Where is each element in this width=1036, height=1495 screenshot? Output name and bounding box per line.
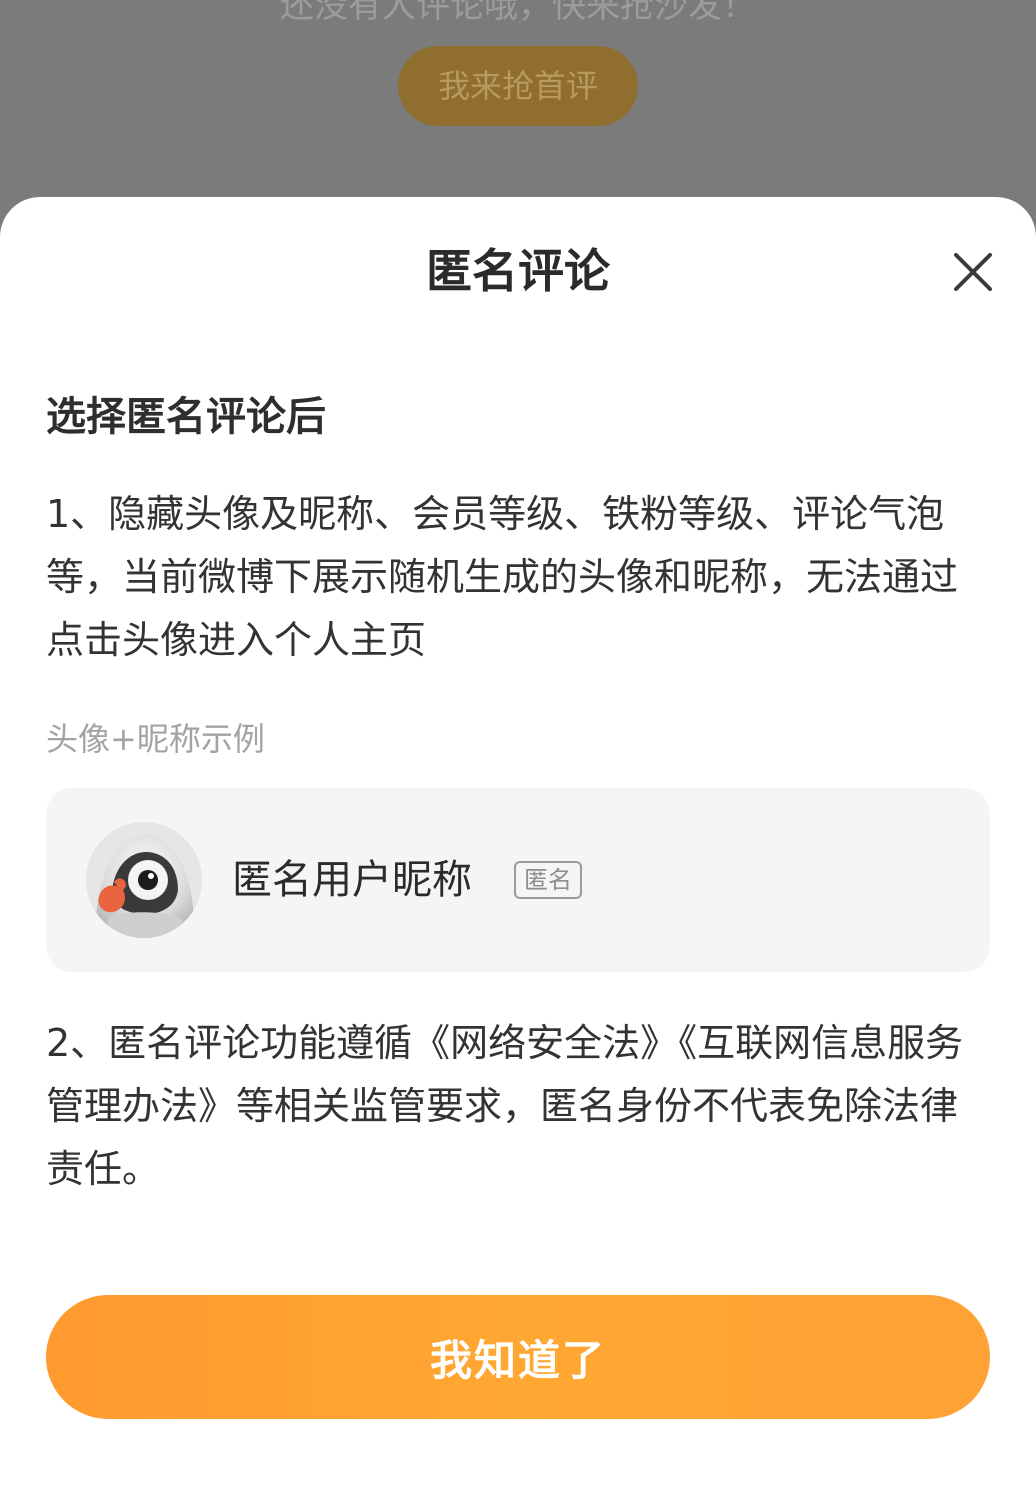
- example-label: 头像+昵称示例: [46, 720, 265, 758]
- anonymous-avatar-icon: [86, 822, 202, 938]
- empty-comments-hint: 还没有人评论哦，快来抢沙发！: [280, 0, 756, 26]
- rule-paragraph-1: 1、隐藏头像及昵称、会员等级、铁粉等级、评论气泡等，当前微博下展示随机生成的头像…: [46, 492, 959, 662]
- anonymous-avatar: [86, 822, 202, 938]
- section-heading: 选择匿名评论后: [46, 394, 326, 440]
- close-button[interactable]: [948, 247, 998, 297]
- sheet-title: 匿名评论: [426, 244, 610, 298]
- close-icon: [954, 253, 992, 291]
- rule-paragraph-2: 2、匿名评论功能遵循《网络安全法》《互联网信息服务管理办法》等相关监管要求，匿名…: [46, 1021, 964, 1191]
- got-it-button[interactable]: 我知道了: [46, 1295, 990, 1419]
- first-comment-button: 我来抢首评: [398, 46, 638, 126]
- anonymous-comment-sheet: 匿名评论 选择匿名评论后 1、隐藏头像及昵称、会员等级、铁粉等级、评论气泡等，当…: [0, 197, 1036, 1495]
- example-card: 匿名用户昵称 匿名: [46, 788, 990, 972]
- example-nickname: 匿名用户昵称: [232, 857, 472, 903]
- anonymous-badge: 匿名: [514, 861, 582, 899]
